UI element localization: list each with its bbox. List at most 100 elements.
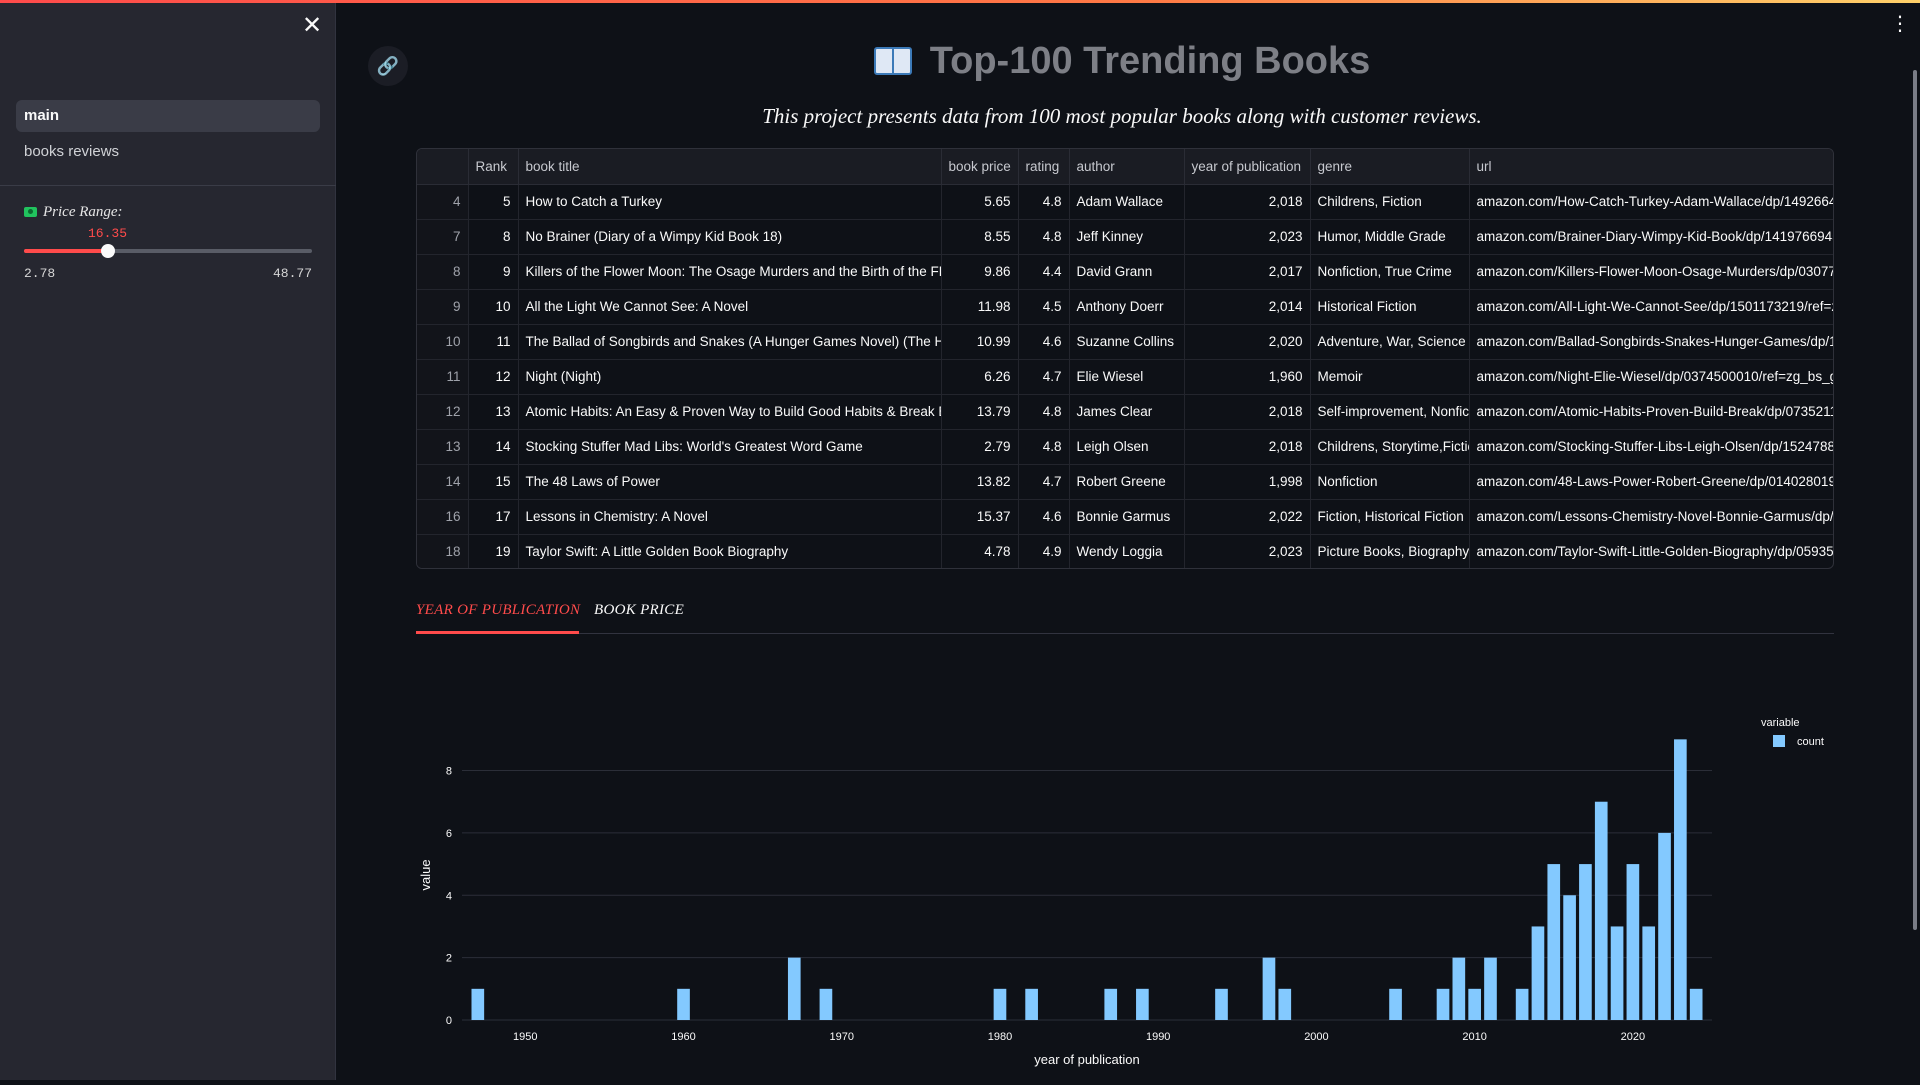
table-cell-rank[interactable]: 11 [468,324,519,360]
table-cell-rating[interactable]: 4.8 [1018,394,1070,430]
table-cell-rank[interactable]: 19 [468,534,519,568]
table-cell-rating[interactable]: 4.9 [1018,534,1070,568]
books-dataframe[interactable]: Rank book title book price rating author year… [416,148,1834,569]
column-header-index[interactable] [417,149,469,185]
table-row[interactable]: 14 15 The 48 Laws of Power 13.82 4.7 Robert G… [417,464,1833,500]
table-cell-year-of-publication[interactable]: 2,020 [1184,324,1311,360]
table-cell-year-of-publication[interactable]: 2,023 [1184,219,1311,255]
table-cell-rating[interactable]: 4.8 [1018,219,1070,255]
table-cell-url[interactable]: amazon.com/Night-Elie-Wiesel/dp/03745000… [1469,359,1833,395]
tab-book-price[interactable]: BOOK PRICE [594,602,684,619]
table-cell-author[interactable]: Robert Greene [1069,464,1185,500]
column-header-genre[interactable]: genre [1310,149,1470,185]
table-cell-book-price[interactable]: 2.79 [941,429,1019,465]
table-cell-rating[interactable]: 4.6 [1018,324,1070,360]
table-cell-book-price[interactable]: 11.98 [941,289,1019,325]
table-cell-book-price[interactable]: 10.99 [941,324,1019,360]
page-scrollbar[interactable] [1913,70,1917,930]
table-cell-index[interactable]: 4 [417,184,469,220]
table-cell-author[interactable]: Leigh Olsen [1069,429,1185,465]
table-cell-rating[interactable]: 4.7 [1018,464,1070,500]
table-cell-genre[interactable]: Childrens, Fiction [1310,184,1470,220]
table-cell-rating[interactable]: 4.8 [1018,184,1070,220]
column-header-book-price[interactable]: book price [941,149,1019,185]
table-cell-year-of-publication[interactable]: 2,023 [1184,534,1311,568]
table-row[interactable]: 4 5 How to Catch a Turkey 5.65 4.8 Adam Walla… [417,184,1833,220]
column-header-rating[interactable]: rating [1018,149,1070,185]
table-cell-author[interactable]: David Grann [1069,254,1185,290]
table-cell-index[interactable]: 8 [417,254,469,290]
table-row[interactable]: 10 11 The Ballad of Songbirds and Snakes (… [417,324,1833,360]
table-row[interactable]: 11 12 Night (Night) 6.26 4.7 Elie Wiesel 1,960… [417,359,1833,395]
table-cell-genre[interactable]: Historical Fiction [1310,289,1470,325]
sidebar-item-books-reviews[interactable]: books reviews [16,136,320,168]
table-cell-rating[interactable]: 4.6 [1018,499,1070,535]
table-cell-book-price[interactable]: 13.79 [941,394,1019,430]
column-header-author[interactable]: author [1069,149,1185,185]
table-cell-rank[interactable]: 8 [468,219,519,255]
table-cell-genre[interactable]: Nonfiction [1310,464,1470,500]
table-row[interactable]: 7 8 No Brainer (Diary of a Wimpy Kid Book … [417,219,1833,255]
table-cell-index[interactable]: 16 [417,499,469,535]
table-cell-rank[interactable]: 10 [468,289,519,325]
table-cell-book-title[interactable]: How to Catch a Turkey [518,184,942,220]
table-cell-author[interactable]: Elie Wiesel [1069,359,1185,395]
table-cell-index[interactable]: 10 [417,324,469,360]
table-cell-index[interactable]: 18 [417,534,469,568]
table-cell-url[interactable]: amazon.com/All-Light-We-Cannot-See/dp/15… [1469,289,1833,325]
table-cell-index[interactable]: 12 [417,394,469,430]
table-cell-index[interactable]: 13 [417,429,469,465]
table-cell-rank[interactable]: 9 [468,254,519,290]
table-cell-year-of-publication[interactable]: 2,022 [1184,499,1311,535]
table-cell-rating[interactable]: 4.5 [1018,289,1070,325]
table-cell-book-title[interactable]: The 48 Laws of Power [518,464,942,500]
table-cell-rating[interactable]: 4.7 [1018,359,1070,395]
table-row[interactable]: 12 13 Atomic Habits: An Easy & Proven Way … [417,394,1833,430]
tab-year-of-publication[interactable]: YEAR OF PUBLICATION [416,602,580,619]
table-cell-url[interactable]: amazon.com/48-Laws-Power-Robert-Greene/d… [1469,464,1833,500]
table-cell-genre[interactable]: Childrens, Storytime,Fiction [1310,429,1470,465]
table-cell-rank[interactable]: 14 [468,429,519,465]
table-cell-year-of-publication[interactable]: 1,998 [1184,464,1311,500]
table-row[interactable]: 9 10 All the Light We Cannot See: A Novel 1… [417,289,1833,325]
table-cell-genre[interactable]: Self-improvement, Nonfiction [1310,394,1470,430]
table-cell-book-title[interactable]: Killers of the Flower Moon: The Osage Mu… [518,254,942,290]
table-cell-url[interactable]: amazon.com/Lessons-Chemistry-Novel-Bonni… [1469,499,1833,535]
table-cell-author[interactable]: Anthony Doerr [1069,289,1185,325]
table-row[interactable]: 13 14 Stocking Stuffer Mad Libs: World's G… [417,429,1833,465]
table-cell-genre[interactable]: Fiction, Historical Fiction [1310,499,1470,535]
table-cell-url[interactable]: amazon.com/Ballad-Songbirds-Snakes-Hunge… [1469,324,1833,360]
table-cell-book-title[interactable]: Taylor Swift: A Little Golden Book Biogr… [518,534,942,568]
table-cell-book-price[interactable]: 4.78 [941,534,1019,568]
table-cell-book-price[interactable]: 13.82 [941,464,1019,500]
table-cell-year-of-publication[interactable]: 2,018 [1184,394,1311,430]
column-header-rank[interactable]: Rank [468,149,519,185]
table-cell-url[interactable]: amazon.com/Killers-Flower-Moon-Osage-Mur… [1469,254,1833,290]
table-cell-index[interactable]: 14 [417,464,469,500]
table-cell-url[interactable]: amazon.com/How-Catch-Turkey-Adam-Wallace… [1469,184,1833,220]
column-header-year-of-publication[interactable]: year of publication [1184,149,1311,185]
table-row[interactable]: 8 9 Killers of the Flower Moon: The Osage … [417,254,1833,290]
sidebar-item-main[interactable]: main [16,100,320,132]
slider-thumb[interactable] [101,244,116,258]
table-cell-genre[interactable]: Memoir [1310,359,1470,395]
table-cell-book-title[interactable]: No Brainer (Diary of a Wimpy Kid Book 18… [518,219,942,255]
table-cell-author[interactable]: Wendy Loggia [1069,534,1185,568]
table-cell-book-title[interactable]: Night (Night) [518,359,942,395]
table-cell-year-of-publication[interactable]: 2,017 [1184,254,1311,290]
table-cell-author[interactable]: Adam Wallace [1069,184,1185,220]
close-sidebar-button[interactable]: ✕ [300,14,324,38]
table-cell-genre[interactable]: Humor, Middle Grade [1310,219,1470,255]
table-cell-url[interactable]: amazon.com/Taylor-Swift-Little-Golden-Bi… [1469,534,1833,568]
table-row[interactable]: 16 17 Lessons in Chemistry: A Novel 15.37 4.… [417,499,1833,535]
price-range-slider[interactable] [24,244,312,258]
table-cell-genre[interactable]: Nonfiction, True Crime [1310,254,1470,290]
table-cell-author[interactable]: Bonnie Garmus [1069,499,1185,535]
table-cell-author[interactable]: Jeff Kinney [1069,219,1185,255]
table-cell-year-of-publication[interactable]: 2,018 [1184,184,1311,220]
table-cell-book-price[interactable]: 5.65 [941,184,1019,220]
table-cell-year-of-publication[interactable]: 2,018 [1184,429,1311,465]
table-cell-book-title[interactable]: All the Light We Cannot See: A Novel [518,289,942,325]
table-cell-rank[interactable]: 13 [468,394,519,430]
table-cell-rank[interactable]: 12 [468,359,519,395]
